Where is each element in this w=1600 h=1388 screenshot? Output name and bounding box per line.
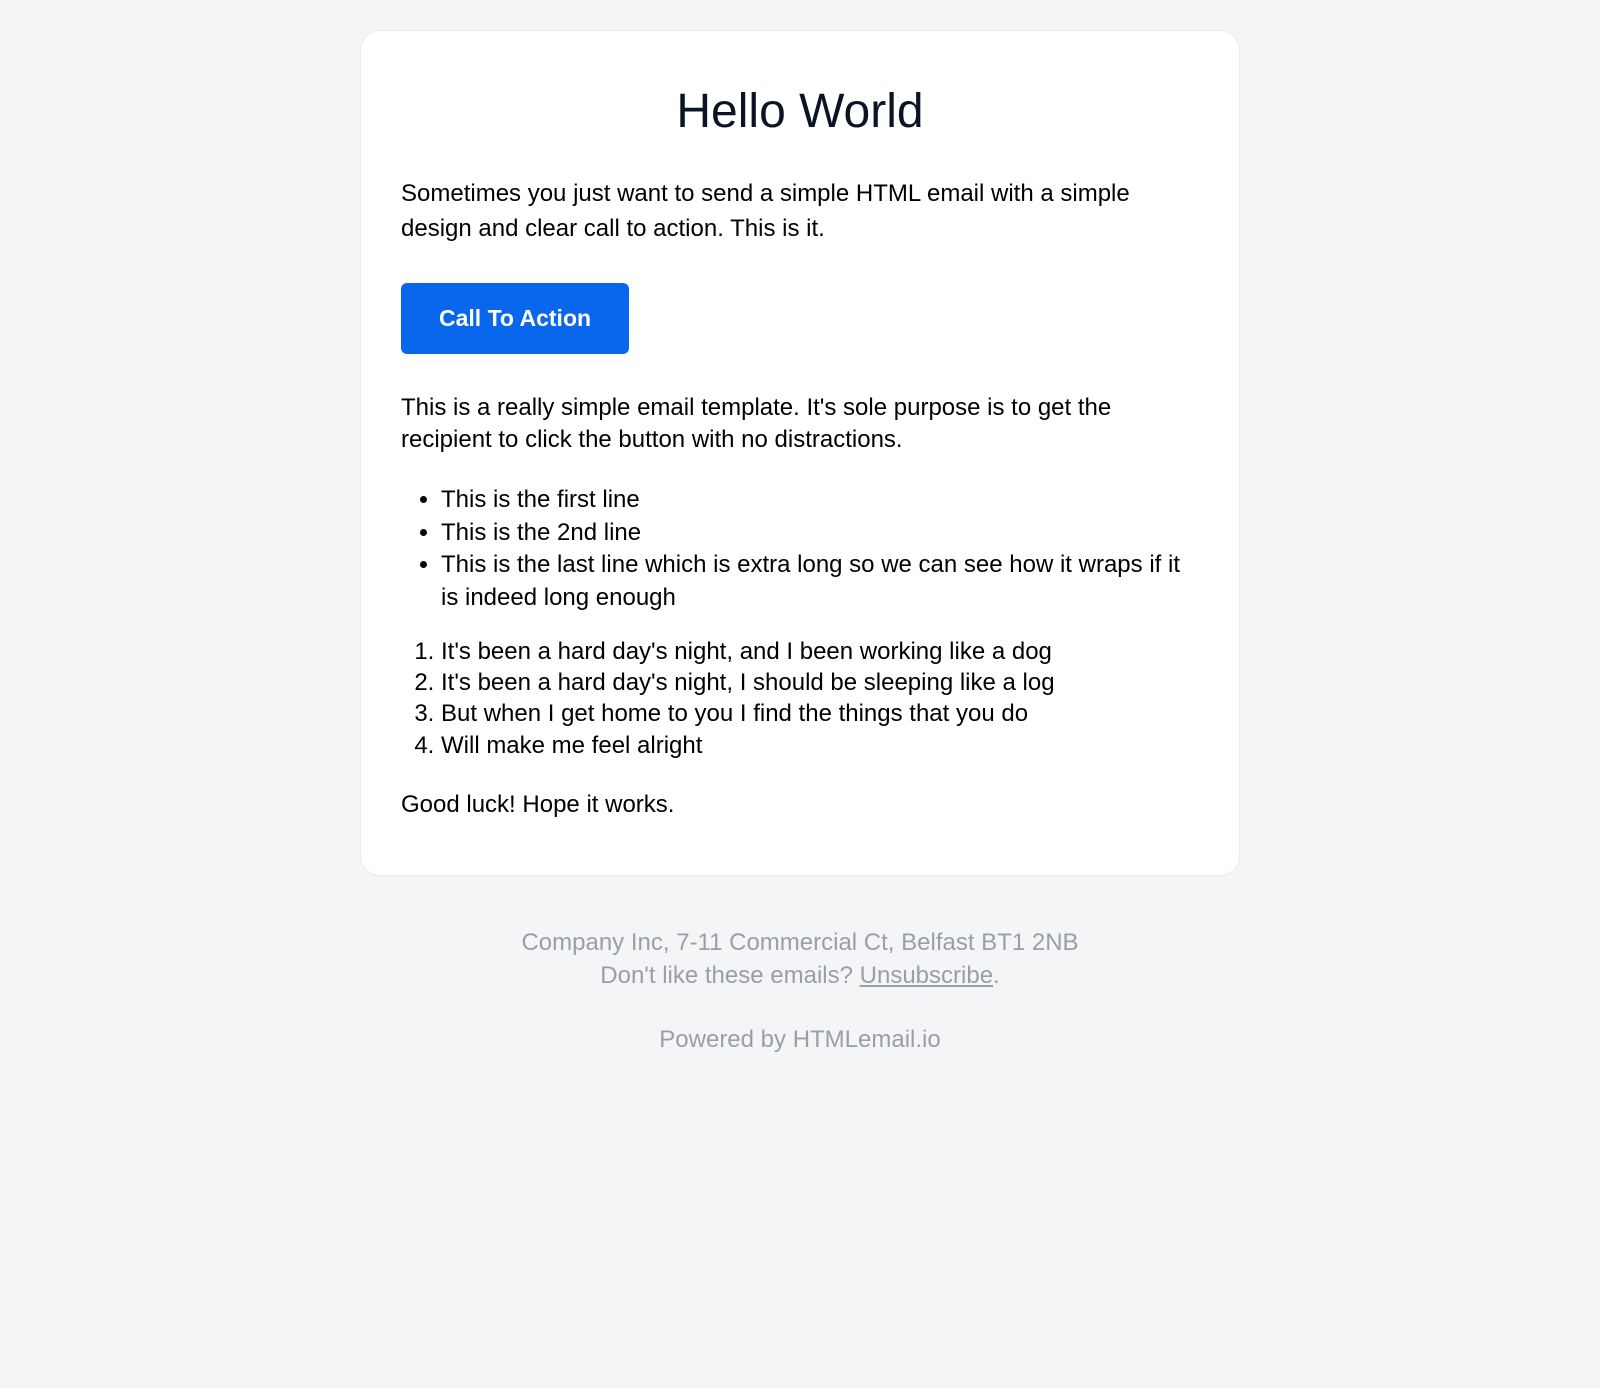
- list-item: It's been a hard day's night, I should b…: [441, 667, 1199, 698]
- list-item: This is the 2nd line: [441, 517, 1199, 549]
- email-card: Hello World Sometimes you just want to s…: [360, 30, 1240, 876]
- unsubscribe-link[interactable]: Unsubscribe: [860, 962, 993, 989]
- list-item: But when I get home to you I find the th…: [441, 698, 1199, 729]
- call-to-action-button[interactable]: Call To Action: [401, 283, 629, 354]
- list-item: It's been a hard day's night, and I been…: [441, 636, 1199, 667]
- list-item: This is the last line which is extra lon…: [441, 549, 1199, 614]
- page-title: Hello World: [401, 84, 1199, 139]
- bullet-list: This is the first line This is the 2nd l…: [401, 484, 1199, 614]
- email-footer: Company Inc, 7-11 Commercial Ct, Belfast…: [360, 876, 1240, 1057]
- footer-block: Company Inc, 7-11 Commercial Ct, Belfast…: [360, 926, 1240, 1057]
- intro-paragraph: Sometimes you just want to send a simple…: [401, 177, 1199, 247]
- list-item: This is the first line: [441, 484, 1199, 516]
- ordered-list: It's been a hard day's night, and I been…: [401, 636, 1199, 761]
- footer-unsubscribe-prefix: Don't like these emails?: [600, 962, 859, 989]
- footer-address: Company Inc, 7-11 Commercial Ct, Belfast…: [360, 926, 1240, 960]
- closing-paragraph: Good luck! Hope it works.: [401, 789, 1199, 820]
- footer-unsubscribe-line: Don't like these emails? Unsubscribe.: [360, 959, 1240, 993]
- body-paragraph: This is a really simple email template. …: [401, 392, 1199, 457]
- powered-by-link[interactable]: Powered by HTMLemail.io: [659, 1026, 940, 1053]
- list-item: Will make me feel alright: [441, 730, 1199, 761]
- footer-unsubscribe-suffix: .: [993, 962, 1000, 989]
